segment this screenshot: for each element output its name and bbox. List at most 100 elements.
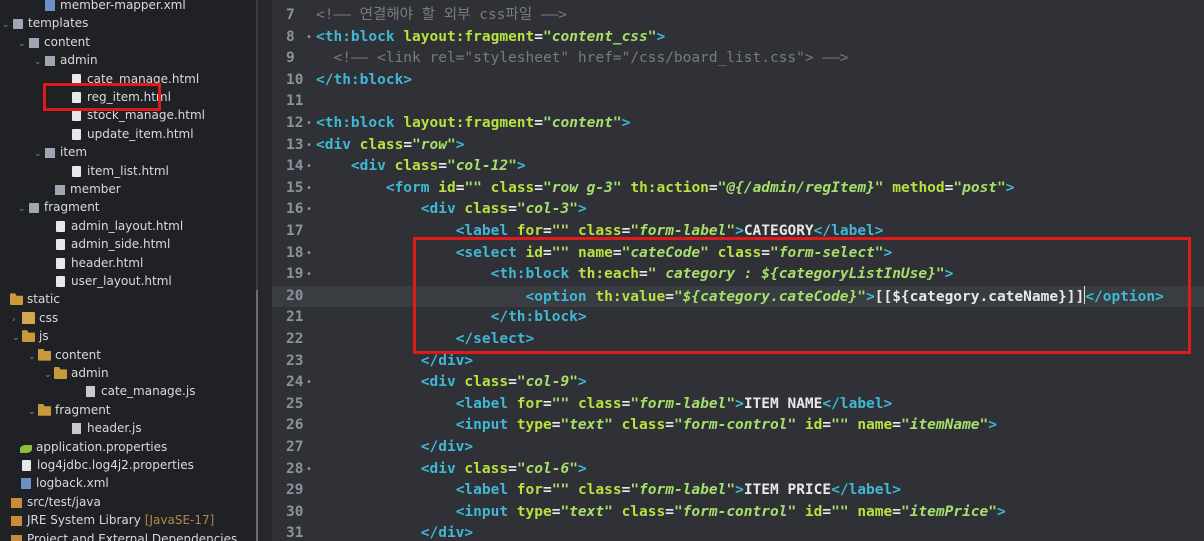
code-line[interactable]: 25 <label for="" class="form-label">ITEM… <box>272 394 1204 416</box>
tree-item-admin[interactable]: ⌄ admin <box>34 51 98 69</box>
code-line[interactable]: 14 • <div class="col-12"> <box>272 156 1204 178</box>
code-line[interactable]: 13 • <div class="row"> <box>272 135 1204 157</box>
expand-arrow-icon[interactable]: ⌄ <box>28 403 38 421</box>
tree-item-cate-manage-js[interactable]: cate_manage.js <box>74 382 195 400</box>
code-token-val: "" <box>464 179 491 196</box>
tree-item-content[interactable]: ⌄ content <box>28 346 101 364</box>
expand-arrow-icon[interactable]: ⌄ <box>18 35 28 53</box>
tree-item-js[interactable]: ⌄ js <box>12 327 49 345</box>
code-token-val: "" <box>831 417 858 434</box>
code-line[interactable]: 11 <box>272 91 1204 113</box>
tree-item-admin[interactable]: ⌄ admin <box>44 364 109 382</box>
tree-item-label: fragment <box>55 402 111 417</box>
file-icon <box>56 239 65 251</box>
code-token-val: "col-9" <box>516 374 578 391</box>
tree-item-label: member-mapper.xml <box>60 0 186 12</box>
code-line[interactable]: 9 <!—— <link rel="stylesheet" href="/css… <box>272 48 1204 70</box>
tree-item-project-and-external-dependencies[interactable]: Project and External Dependencies <box>0 530 237 541</box>
code-token-attr: th:action <box>630 179 709 196</box>
expand-arrow-icon[interactable]: ⌄ <box>2 16 12 34</box>
code-token-val: "row g-3" <box>543 179 631 196</box>
tree-item-static[interactable]: static <box>0 290 60 308</box>
code-line[interactable]: 24 • <div class="col-9"> <box>272 372 1204 394</box>
fold-marker-icon[interactable]: • <box>306 459 312 481</box>
code-token-attr: class <box>464 460 509 477</box>
tree-item-header-js[interactable]: header.js <box>60 419 142 437</box>
tree-item-log4jdbc-log4j2-properties[interactable]: log4jdbc.log4j2.properties <box>10 456 194 474</box>
code-token-tag: > <box>577 460 587 477</box>
code-token-txt: = <box>508 460 517 477</box>
fold-marker-icon[interactable]: • <box>306 113 312 135</box>
tree-item-header-html[interactable]: header.html <box>44 254 143 272</box>
tree-item-label: admin <box>71 366 109 380</box>
code-token-attr: class <box>577 482 622 499</box>
tree-item-fragment[interactable]: ⌄ fragment <box>18 198 100 216</box>
tree-item-jre-system-library[interactable]: JRE System Library [JavaSE-17] <box>0 511 214 529</box>
pkg-icon <box>13 19 23 30</box>
expand-arrow-icon[interactable]: ⌄ <box>28 348 38 366</box>
tree-item-label: header.html <box>71 255 144 270</box>
fold-marker-icon[interactable]: • <box>306 264 312 286</box>
tree-item-src-test-java[interactable]: src/test/java <box>0 493 101 511</box>
tree-item-css[interactable]: › css <box>12 309 58 327</box>
expand-arrow-icon[interactable]: ⌄ <box>12 329 22 347</box>
tree-item-content[interactable]: ⌄ content <box>18 33 90 51</box>
code-line[interactable]: 27 </div> <box>272 437 1204 459</box>
tree-item-admin-side-html[interactable]: admin_side.html <box>44 235 170 253</box>
fold-marker-icon[interactable]: • <box>306 27 312 49</box>
fold-marker-icon[interactable]: • <box>306 135 312 157</box>
code-line[interactable]: 31 </div> <box>272 523 1204 541</box>
code-text: <form id="" class="row g-3" th:action="@… <box>316 178 1015 200</box>
folder-icon <box>22 311 35 324</box>
tree-item-admin-layout-html[interactable]: admin_layout.html <box>44 217 183 235</box>
code-token-txt: = <box>438 158 447 175</box>
code-token-val: "col-6" <box>516 460 578 477</box>
expand-arrow-icon[interactable]: ⌄ <box>44 366 54 384</box>
code-token-tag: <div <box>420 460 465 477</box>
expand-arrow-icon[interactable]: ⌄ <box>34 145 44 163</box>
code-line[interactable]: 15 • <form id="" class="row g-3" th:actio… <box>272 178 1204 200</box>
tree-item-update-item-html[interactable]: update_item.html <box>60 125 194 143</box>
code-token-attr: id <box>804 417 823 434</box>
tree-item-member-mapper-xml[interactable]: member-mapper.xml <box>34 0 186 14</box>
tree-item-item-list-html[interactable]: item_list.html <box>60 162 169 180</box>
fold-marker-icon[interactable]: • <box>306 372 312 394</box>
code-line[interactable]: 26 <input type="text" class="form-contro… <box>272 415 1204 437</box>
fold-marker-icon[interactable]: • <box>306 156 312 178</box>
tree-item-fragment[interactable]: ⌄ fragment <box>28 401 111 419</box>
fold-marker-icon[interactable]: • <box>306 243 312 265</box>
code-token-attr: for <box>516 482 543 499</box>
code-line[interactable]: 12 • <th:block layout:fragment="content"> <box>272 113 1204 135</box>
code-token-attr: class <box>464 374 509 391</box>
fold-marker-icon[interactable]: • <box>306 178 312 200</box>
expand-arrow-icon[interactable]: › <box>12 311 22 329</box>
code-line[interactable]: 8 • <th:block layout:fragment="content_css… <box>272 27 1204 49</box>
code-token-tag: > <box>516 158 526 175</box>
line-number: 13 <box>286 136 304 153</box>
tree-item-label: css <box>39 310 59 325</box>
tree-item-templates[interactable]: ⌄ templates <box>2 14 88 32</box>
code-line[interactable]: 16 • <div class="col-3"> <box>272 199 1204 221</box>
code-token-attr: name <box>857 503 893 520</box>
fold-marker-icon[interactable]: • <box>306 199 312 221</box>
tree-item-member[interactable]: member <box>44 180 121 198</box>
code-line[interactable]: 28 • <div class="col-6"> <box>272 459 1204 481</box>
tree-item-user-layout-html[interactable]: user_layout.html <box>44 272 172 290</box>
expand-arrow-icon[interactable]: ⌄ <box>18 200 28 218</box>
expand-arrow-icon[interactable]: ⌄ <box>34 53 44 71</box>
tree-item-item[interactable]: ⌄ item <box>34 143 87 161</box>
code-line[interactable]: 10 </th:block> <box>272 70 1204 92</box>
line-number: 31 <box>286 525 304 541</box>
jar-icon <box>11 497 22 508</box>
code-line[interactable]: 29 <label for="" class="form-label">ITEM… <box>272 480 1204 502</box>
code-line[interactable]: 7 <!—— 연결해야 할 외부 css파일 ——> <box>272 5 1204 27</box>
tree-item-application-properties[interactable]: application.properties <box>10 438 167 456</box>
tree-item-logback-xml[interactable]: logback.xml <box>10 474 109 492</box>
code-token-txt: = <box>508 201 517 218</box>
code-line[interactable]: 30 <input type="text" class="form-contro… <box>272 502 1204 524</box>
code-token-txt: = <box>534 179 544 196</box>
code-text: <!—— <link rel="stylesheet" href="/css/b… <box>316 48 848 70</box>
